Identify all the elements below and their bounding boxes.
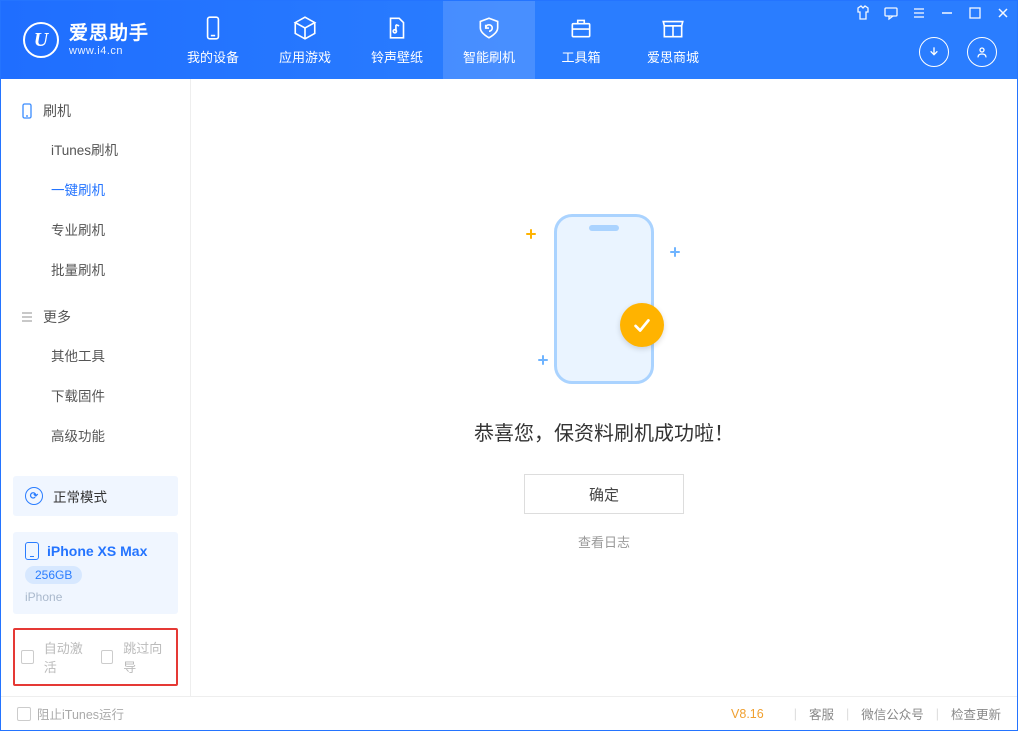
sidebar-group-more[interactable]: 更多 [1,299,190,335]
device-box[interactable]: iPhone XS Max 256GB iPhone [13,532,178,614]
footer-link-update[interactable]: 检查更新 [951,704,1001,723]
mode-label: 正常模式 [53,486,107,506]
brand: U 爱思助手 www.i4.cn [1,1,167,79]
footer-link-wechat[interactable]: 微信公众号 [861,704,924,723]
spark-icon [526,229,536,239]
brand-subtitle: www.i4.cn [69,45,149,58]
phone-illustration-icon [554,214,654,384]
skip-guide-label: 跳过向导 [123,638,170,676]
storage-badge: 256GB [25,566,82,584]
sidebar-item-oneclick-flash[interactable]: 一键刷机 [1,169,190,209]
phone-outline-icon [19,103,35,119]
download-button[interactable] [919,37,949,67]
header-tabs: 我的设备 应用游戏 铃声壁纸 智能刷机 工具箱 爱思商城 [167,1,719,79]
header-right-buttons [919,37,997,67]
tab-ringtones[interactable]: 铃声壁纸 [351,1,443,79]
mode-icon: ⟳ [25,487,43,505]
success-text: 恭喜您，保资料刷机成功啦！ [474,417,734,446]
store-icon [660,15,686,41]
header: U 爱思助手 www.i4.cn 我的设备 应用游戏 铃声壁纸 智能刷机 [1,1,1017,79]
tab-apps[interactable]: 应用游戏 [259,1,351,79]
list-icon [19,309,35,325]
body: 刷机 iTunes刷机 一键刷机 专业刷机 批量刷机 更多 其他工具 下载固件 … [1,79,1017,696]
confirm-button[interactable]: 确定 [524,474,684,514]
window-controls [855,5,1011,21]
view-log-link[interactable]: 查看日志 [578,532,630,551]
maximize-button[interactable] [967,5,983,21]
close-button[interactable] [995,5,1011,21]
footer-link-support[interactable]: 客服 [809,704,834,723]
check-badge-icon [620,303,664,347]
sidebar-item-other-tools[interactable]: 其他工具 [1,335,190,375]
spark-icon [670,247,680,257]
user-button[interactable] [967,37,997,67]
sidebar-item-itunes-flash[interactable]: iTunes刷机 [1,129,190,169]
brand-title: 爱思助手 [69,23,149,45]
block-itunes-label: 阻止iTunes运行 [37,704,124,723]
menu-icon[interactable] [911,5,927,21]
toolbox-icon [568,15,594,41]
sidebar: 刷机 iTunes刷机 一键刷机 专业刷机 批量刷机 更多 其他工具 下载固件 … [1,79,191,696]
cube-icon [292,15,318,41]
device-name: iPhone XS Max [47,543,147,559]
auto-activate-label: 自动激活 [44,638,91,676]
main-content: 恭喜您，保资料刷机成功啦！ 确定 查看日志 [191,79,1017,696]
skip-guide-checkbox[interactable] [101,650,114,664]
skin-icon[interactable] [855,5,871,21]
feedback-icon[interactable] [883,5,899,21]
refresh-shield-icon [476,15,502,41]
block-itunes-checkbox[interactable] [17,707,31,721]
app-window: U 爱思助手 www.i4.cn 我的设备 应用游戏 铃声壁纸 智能刷机 [0,0,1018,731]
footer: 阻止iTunes运行 V8.16 | 客服 | 微信公众号 | 检查更新 [1,696,1017,730]
mode-box[interactable]: ⟳ 正常模式 [13,476,178,516]
brand-text: 爱思助手 www.i4.cn [69,23,149,57]
auto-activate-checkbox[interactable] [21,650,34,664]
sidebar-item-pro-flash[interactable]: 专业刷机 [1,209,190,249]
device-phone-icon [25,542,39,560]
success-illustration [494,199,714,399]
tab-store[interactable]: 爱思商城 [627,1,719,79]
sidebar-item-advanced[interactable]: 高级功能 [1,415,190,455]
phone-icon [200,15,226,41]
bottom-options: 自动激活 跳过向导 [13,628,178,686]
tab-flash[interactable]: 智能刷机 [443,1,535,79]
brand-logo-icon: U [23,22,59,58]
tab-my-device[interactable]: 我的设备 [167,1,259,79]
sidebar-group-flash[interactable]: 刷机 [1,93,190,129]
music-file-icon [384,15,410,41]
sidebar-item-download-firmware[interactable]: 下载固件 [1,375,190,415]
spark-icon [538,355,548,365]
sidebar-item-batch-flash[interactable]: 批量刷机 [1,249,190,289]
minimize-button[interactable] [939,5,955,21]
device-type: iPhone [25,590,166,604]
tab-toolbox[interactable]: 工具箱 [535,1,627,79]
version-label: V8.16 [731,707,764,721]
